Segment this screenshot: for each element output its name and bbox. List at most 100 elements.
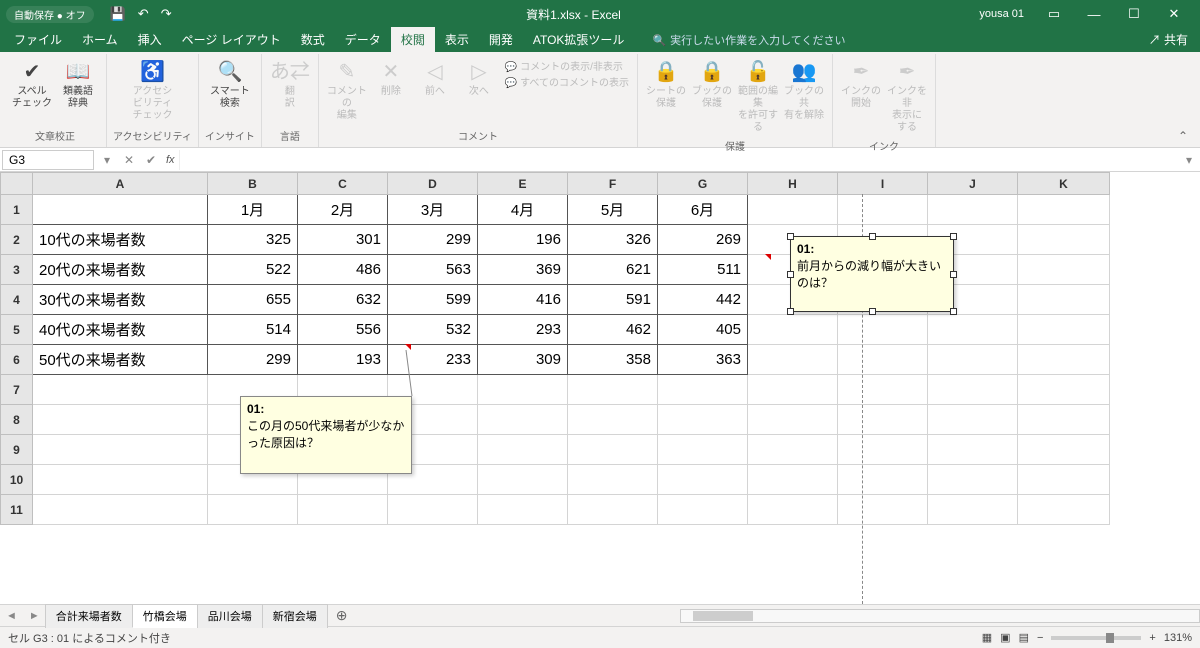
cell[interactable] [928,375,1018,405]
maximize-button[interactable]: ☐ [1114,6,1154,22]
cell[interactable]: 511 [658,255,748,285]
collapse-ribbon-icon[interactable]: ⌃ [1170,125,1196,147]
cell[interactable] [838,435,928,465]
cell[interactable]: 2月 [298,195,388,225]
cell[interactable]: 1月 [208,195,298,225]
cell[interactable] [568,435,658,465]
cell[interactable] [748,375,838,405]
share-button[interactable]: ↗ 共有 [1137,27,1200,52]
delete-comment[interactable]: ✕削除 [369,56,413,124]
start-inking[interactable]: ✒インクの開始 [839,56,883,112]
accessibility-check[interactable]: ♿アクセシビリティチェック [130,56,174,124]
ribbon-options-icon[interactable]: ▭ [1034,6,1074,22]
cell[interactable] [568,375,658,405]
column-header[interactable]: E [478,173,568,195]
cell[interactable]: 6月 [658,195,748,225]
cell[interactable]: 3月 [388,195,478,225]
column-header[interactable]: C [298,173,388,195]
column-header[interactable]: D [388,173,478,195]
spell-check[interactable]: ✔スペルチェック [10,56,54,112]
row-header[interactable]: 4 [1,285,33,315]
ribbon-tab[interactable]: ページ レイアウト [172,27,291,52]
cell[interactable]: 301 [298,225,388,255]
cell[interactable]: 299 [208,345,298,375]
cell[interactable] [568,465,658,495]
sheet-tab[interactable]: 合計来場者数 [45,604,133,628]
user-name[interactable]: yousa 01 [979,8,1024,20]
column-header[interactable]: H [748,173,838,195]
cell[interactable]: 193 [298,345,388,375]
resize-handle[interactable] [950,271,957,278]
fx-icon[interactable]: fx [166,154,175,166]
sheet-nav-next-icon[interactable]: ► [23,610,46,622]
cell[interactable] [928,495,1018,525]
cell[interactable] [748,405,838,435]
cell[interactable] [1018,405,1110,435]
cancel-icon[interactable]: ✕ [118,153,140,167]
cell[interactable] [838,495,928,525]
show-all-comments[interactable]: 💬 すべてのコメントの表示 [505,76,629,92]
tell-me-search[interactable]: 実行したい作業を入力してください [646,28,851,52]
cell[interactable] [928,405,1018,435]
translate[interactable]: あ⇄翻訳 [268,56,312,112]
cell[interactable] [838,315,928,345]
cell[interactable] [1018,225,1110,255]
cell[interactable] [748,315,838,345]
cell[interactable] [838,405,928,435]
cell[interactable] [928,315,1018,345]
cell[interactable]: 299 [388,225,478,255]
allow-edit-ranges[interactable]: 🔓範囲の編集を許可する [736,56,780,136]
cell[interactable] [928,465,1018,495]
comment-box[interactable]: 01: この月の50代来場者が少なかった原因は？ [240,396,412,474]
cell[interactable]: 591 [568,285,658,315]
cell[interactable] [478,375,568,405]
expand-formula-bar-icon[interactable]: ▾ [1178,153,1200,167]
cell[interactable] [208,495,298,525]
cell[interactable]: 196 [478,225,568,255]
ribbon-tab[interactable]: 挿入 [128,27,172,52]
unshare-workbook[interactable]: 👥ブックの共有を解除 [782,56,826,124]
protect-workbook[interactable]: 🔒ブックの保護 [690,56,734,112]
cell[interactable] [33,435,208,465]
cell[interactable] [748,495,838,525]
cell[interactable]: 20代の来場者数 [33,255,208,285]
enter-icon[interactable]: ✔ [140,153,162,167]
resize-handle[interactable] [787,233,794,240]
cell[interactable]: 556 [298,315,388,345]
column-header[interactable]: B [208,173,298,195]
cell[interactable] [658,465,748,495]
cell[interactable]: 486 [298,255,388,285]
cell[interactable] [658,435,748,465]
cell[interactable]: 325 [208,225,298,255]
row-header[interactable]: 7 [1,375,33,405]
row-header[interactable]: 8 [1,405,33,435]
formula-input[interactable] [179,150,1178,170]
row-header[interactable]: 1 [1,195,33,225]
cell[interactable] [748,345,838,375]
cell[interactable] [928,435,1018,465]
cell[interactable] [1018,195,1110,225]
comment-indicator-icon[interactable] [405,344,411,350]
ribbon-tab[interactable]: 開発 [479,27,523,52]
row-header[interactable]: 5 [1,315,33,345]
row-header[interactable]: 2 [1,225,33,255]
sheet-tab[interactable]: 品川会場 [197,604,263,628]
cell[interactable]: 326 [568,225,658,255]
cell[interactable]: 655 [208,285,298,315]
ribbon-tab[interactable]: 表示 [435,27,479,52]
new-sheet-button[interactable]: ⊕ [328,607,356,624]
protect-sheet[interactable]: 🔒シートの保護 [644,56,688,112]
cell[interactable]: 233 [388,345,478,375]
cell[interactable] [838,375,928,405]
cell[interactable] [1018,465,1110,495]
cell[interactable] [33,495,208,525]
close-button[interactable]: ✕ [1154,6,1194,22]
view-page-break-icon[interactable]: ▤ [1019,631,1029,644]
cell[interactable]: 363 [658,345,748,375]
cell[interactable] [568,405,658,435]
column-header[interactable]: I [838,173,928,195]
show-hide-comment[interactable]: 💬 コメントの表示/非表示 [505,60,629,76]
resize-handle[interactable] [950,308,957,315]
cell[interactable]: 358 [568,345,658,375]
ribbon-tab[interactable]: ホーム [72,27,128,52]
